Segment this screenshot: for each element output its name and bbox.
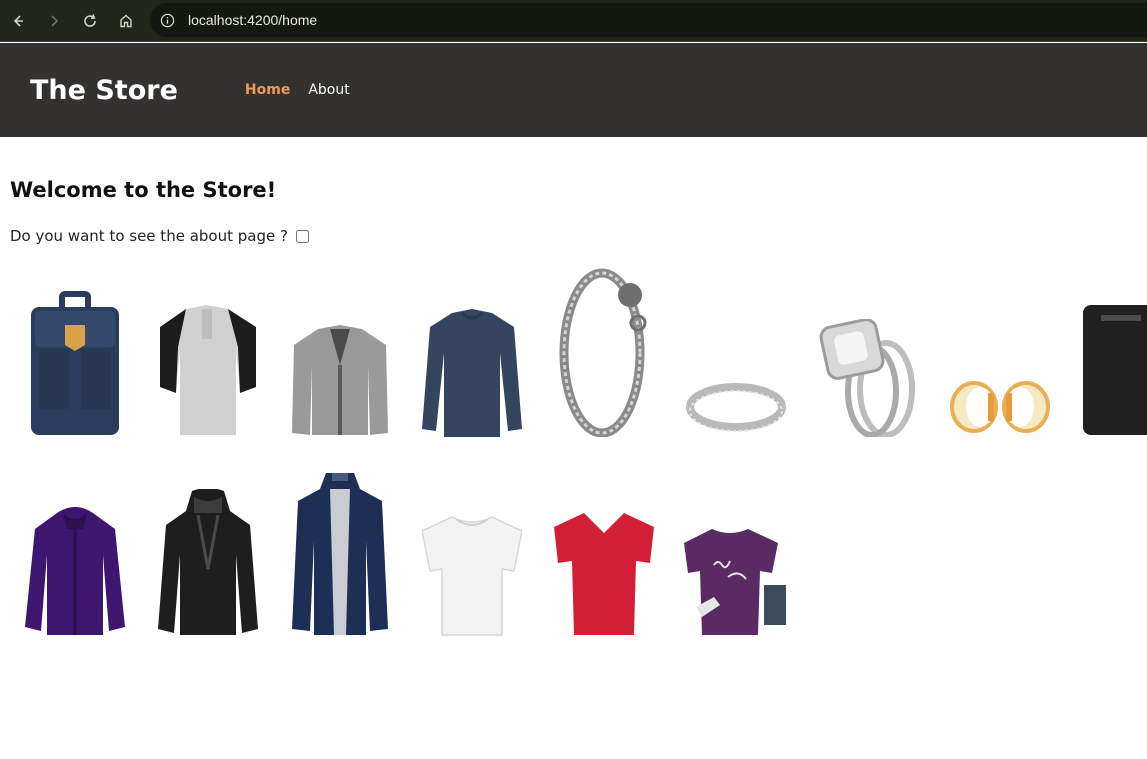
- rain-jacket-icon: [291, 473, 388, 635]
- leather-jacket-icon: [157, 489, 258, 635]
- reload-icon[interactable]: [72, 3, 108, 39]
- product-hard-drive[interactable]: [1079, 262, 1147, 437]
- nav-link-home[interactable]: Home: [245, 82, 290, 98]
- jacket-icon: [291, 325, 388, 435]
- product-winter-jacket[interactable]: [22, 462, 127, 637]
- main-content: Welcome to the Store! Do you want to see…: [10, 137, 1147, 245]
- browser-toolbar: localhost:4200/home: [0, 0, 1147, 42]
- raglan-shirt-icon: [159, 305, 256, 435]
- purple-tshirt-icon: [683, 529, 786, 635]
- gold-rings-icon: [949, 381, 1050, 433]
- engagement-ring-icon: [819, 319, 915, 437]
- site-info-icon[interactable]: [160, 12, 176, 28]
- product-white-tshirt[interactable]: [419, 462, 524, 637]
- page-title: Welcome to the Store!: [10, 178, 277, 202]
- address-bar[interactable]: localhost:4200/home: [150, 3, 1147, 37]
- white-tshirt-icon: [421, 516, 522, 636]
- forward-icon[interactable]: [36, 3, 72, 39]
- product-red-tshirt[interactable]: [551, 462, 656, 637]
- product-bracelet[interactable]: [551, 262, 656, 437]
- bracelet-icon: [559, 268, 646, 437]
- product-jacket[interactable]: [287, 262, 392, 437]
- brand-title[interactable]: The Store: [30, 75, 178, 106]
- product-leather-jacket[interactable]: [155, 462, 260, 637]
- product-purple-tshirt[interactable]: [683, 462, 788, 637]
- product-raglan-shirt[interactable]: [155, 262, 260, 437]
- about-question-row: Do you want to see the about page ?: [10, 227, 1147, 245]
- product-ring[interactable]: [683, 262, 788, 437]
- product-engagement-ring[interactable]: [815, 262, 920, 437]
- home-icon[interactable]: [108, 3, 144, 39]
- nav-link-about[interactable]: About: [308, 82, 349, 98]
- winter-jacket-icon: [24, 507, 125, 635]
- about-question-label: Do you want to see the about page ?: [10, 227, 288, 245]
- product-long-sleeve-shirt[interactable]: [419, 262, 524, 437]
- red-tshirt-icon: [553, 513, 654, 635]
- back-icon[interactable]: [0, 3, 36, 39]
- ring-icon: [685, 383, 786, 432]
- product-gold-rings[interactable]: [947, 262, 1052, 437]
- long-sleeve-shirt-icon: [421, 309, 522, 437]
- url-text[interactable]: localhost:4200/home: [188, 12, 317, 28]
- main-nav: Home About: [245, 82, 350, 98]
- about-checkbox[interactable]: [295, 229, 309, 243]
- product-rain-jacket[interactable]: [287, 462, 392, 637]
- product-backpack[interactable]: [22, 262, 127, 437]
- backpack-icon: [30, 291, 119, 435]
- hard-drive-icon: [1083, 305, 1147, 435]
- site-header: The Store Home About: [0, 43, 1147, 137]
